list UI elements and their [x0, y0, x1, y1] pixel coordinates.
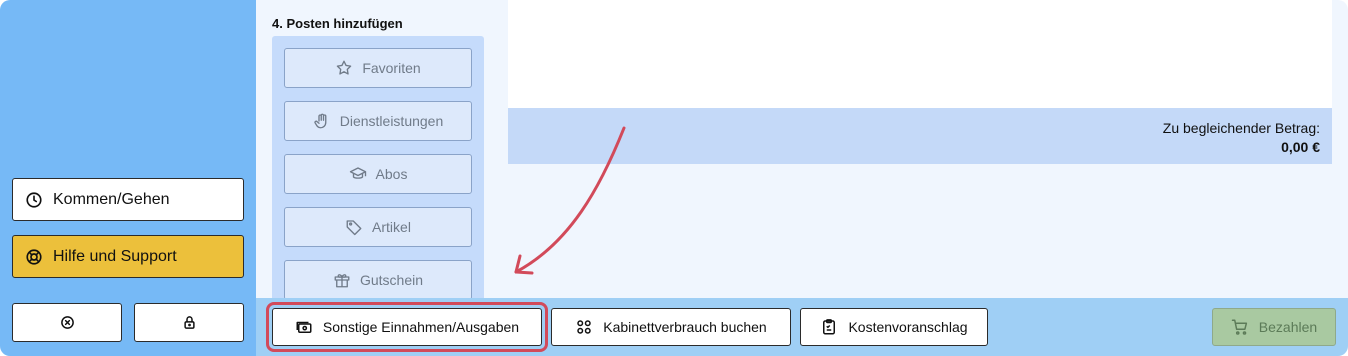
abos-label: Abos: [375, 166, 408, 182]
gift-icon: [334, 274, 350, 288]
betrag-value: 0,00 €: [1281, 139, 1320, 155]
close-circle-icon: [60, 316, 74, 329]
dienstleistungen-button[interactable]: Dienstleistungen: [284, 101, 472, 141]
lock-button[interactable]: [134, 303, 244, 342]
lifebuoy-icon: [26, 248, 42, 265]
clipboard-icon: [823, 319, 836, 335]
kostenvoranschlag-label: Kostenvoranschlag: [848, 319, 968, 335]
posten-panel: Favoriten Dienstleistungen Abos Artikel …: [272, 36, 484, 302]
posten-title: 4. Posten hinzufügen: [272, 16, 403, 31]
gutschein-button[interactable]: Gutschein: [284, 260, 472, 300]
lock-icon: [183, 316, 195, 329]
hilfe-support-button[interactable]: Hilfe und Support: [12, 235, 244, 278]
favoriten-button[interactable]: Favoriten: [284, 48, 472, 88]
kostenvoranschlag-button[interactable]: Kostenvoranschlag: [800, 308, 988, 346]
graduation-cap-icon: [349, 167, 366, 179]
gutschein-label: Gutschein: [359, 272, 424, 288]
clock-icon: [26, 191, 42, 208]
sidebar: Kommen/Gehen Hilfe und Support: [0, 0, 256, 356]
favoriten-label: Favoriten: [362, 60, 421, 76]
artikel-button[interactable]: Artikel: [284, 207, 472, 247]
dienstleistungen-label: Dienstleistungen: [339, 113, 444, 129]
sonstige-einnahmen-button[interactable]: Sonstige Einnahmen/Ausgaben: [272, 308, 542, 346]
artikel-label: Artikel: [372, 219, 411, 235]
grid-icon: [577, 320, 592, 334]
star-icon: [337, 60, 352, 75]
app-frame: Kommen/Gehen Hilfe und Support 4. Posten…: [0, 0, 1348, 356]
kommen-gehen-label: Kommen/Gehen: [53, 190, 170, 208]
hilfe-support-label: Hilfe und Support: [53, 247, 177, 265]
sonstige-einnahmen-label: Sonstige Einnahmen/Ausgaben: [322, 319, 520, 335]
kommen-gehen-button[interactable]: Kommen/Gehen: [12, 178, 244, 221]
cart-icon: [1231, 319, 1247, 335]
bezahlen-button[interactable]: Bezahlen: [1212, 308, 1336, 346]
annotation-arrow: [514, 126, 626, 275]
cash-icon: [296, 321, 312, 333]
receipt-area: [508, 0, 1332, 108]
bezahlen-label: Bezahlen: [1258, 319, 1318, 335]
close-button[interactable]: [12, 303, 122, 342]
hand-icon: [314, 113, 327, 129]
kabinettverbrauch-button[interactable]: Kabinettverbrauch buchen: [551, 308, 791, 346]
abos-button[interactable]: Abos: [284, 154, 472, 194]
tag-icon: [346, 220, 362, 236]
betrag-label: Zu begleichender Betrag:: [1162, 120, 1320, 136]
kabinettverbrauch-label: Kabinettverbrauch buchen: [603, 319, 767, 335]
